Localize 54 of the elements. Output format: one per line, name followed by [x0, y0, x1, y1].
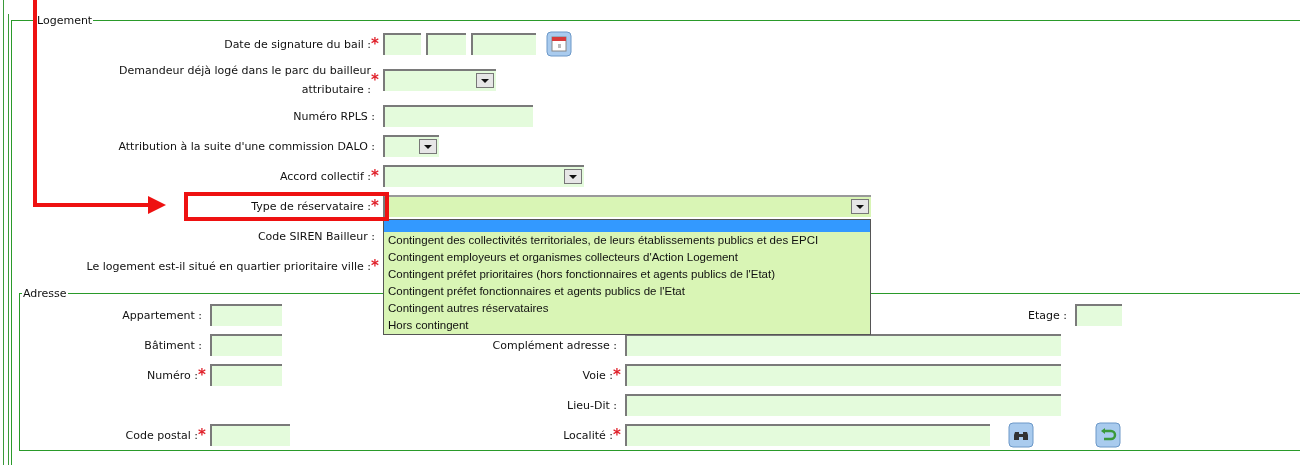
field-label: Code SIREN Bailleur : — [257, 228, 375, 245]
required-asterisk: * — [371, 261, 380, 271]
field-label: Attribution à la suite d'une commission DALO : — [118, 138, 375, 155]
calendar-icon[interactable] — [546, 31, 572, 57]
field-label: Voie : — [582, 368, 613, 382]
select-field[interactable] — [383, 135, 439, 157]
required-asterisk: * — [371, 75, 380, 85]
dropdown-option[interactable]: Hors contingent — [384, 317, 870, 334]
required-asterisk: * — [371, 201, 380, 211]
text-field[interactable] — [210, 364, 282, 386]
dropdown-option[interactable]: Contingent employeurs et organismes collecteurs d'Action Logement — [384, 249, 870, 266]
month-field[interactable] — [426, 33, 466, 55]
field-label: Complément adresse : — [492, 338, 617, 352]
dropdown-option[interactable]: Contingent des collectivités territoriales, de leurs établissements publics et des EPCI — [384, 232, 870, 249]
search-button[interactable] — [1008, 422, 1034, 448]
text-field[interactable] — [625, 394, 1061, 416]
reset-button[interactable] — [1095, 422, 1121, 448]
required-asterisk: * — [198, 430, 207, 440]
text-field[interactable] — [625, 334, 1061, 356]
dropdown-option[interactable]: Contingent autres réservataires — [384, 300, 870, 317]
text-field[interactable] — [210, 424, 290, 446]
field-label: Accord collectif : — [279, 168, 371, 185]
select-field[interactable] — [383, 165, 584, 187]
field-label: Etage : — [1028, 308, 1067, 322]
field-label: Numéro : — [147, 368, 198, 382]
day-field[interactable] — [383, 33, 421, 55]
select-field[interactable] — [383, 69, 496, 91]
field-label: Localité : — [563, 428, 613, 442]
field-label: Date de signature du bail : — [224, 36, 371, 53]
required-asterisk: * — [371, 39, 380, 49]
text-field[interactable] — [625, 424, 990, 446]
required-asterisk: * — [371, 171, 380, 181]
field-label: Code postal : — [125, 428, 198, 442]
text-field[interactable] — [1075, 304, 1122, 326]
binoculars-icon — [1008, 422, 1034, 448]
field-label: Le logement est-il situé en quartier prioritaire ville : — [86, 258, 371, 275]
field-label: Bâtiment : — [144, 338, 202, 352]
required-asterisk: * — [198, 370, 207, 380]
year-field[interactable] — [471, 33, 536, 55]
text-field[interactable] — [625, 364, 1061, 386]
section-legend: Logement — [36, 14, 94, 27]
field-label: Demandeur déjà logé dans le parc du bailleur attributaire : — [119, 63, 371, 98]
field-label: Lieu-Dit : — [567, 398, 617, 412]
dropdown-option[interactable]: Contingent préfet prioritaires (hors fonctionnaires et agents publics de l'Etat) — [384, 266, 870, 283]
text-field[interactable] — [383, 105, 533, 127]
text-field[interactable] — [210, 304, 282, 326]
section-legend: Adresse — [22, 287, 68, 300]
text-field[interactable] — [210, 334, 282, 356]
dropdown-option[interactable]: Contingent préfet fonctionnaires et agents publics de l'Etat — [384, 283, 870, 300]
required-asterisk: * — [613, 430, 622, 440]
field-label: Type de réservataire : — [251, 198, 371, 215]
field-label: Numéro RPLS : — [293, 108, 375, 125]
required-asterisk: * — [613, 370, 622, 380]
field-label: Appartement : — [122, 308, 202, 322]
